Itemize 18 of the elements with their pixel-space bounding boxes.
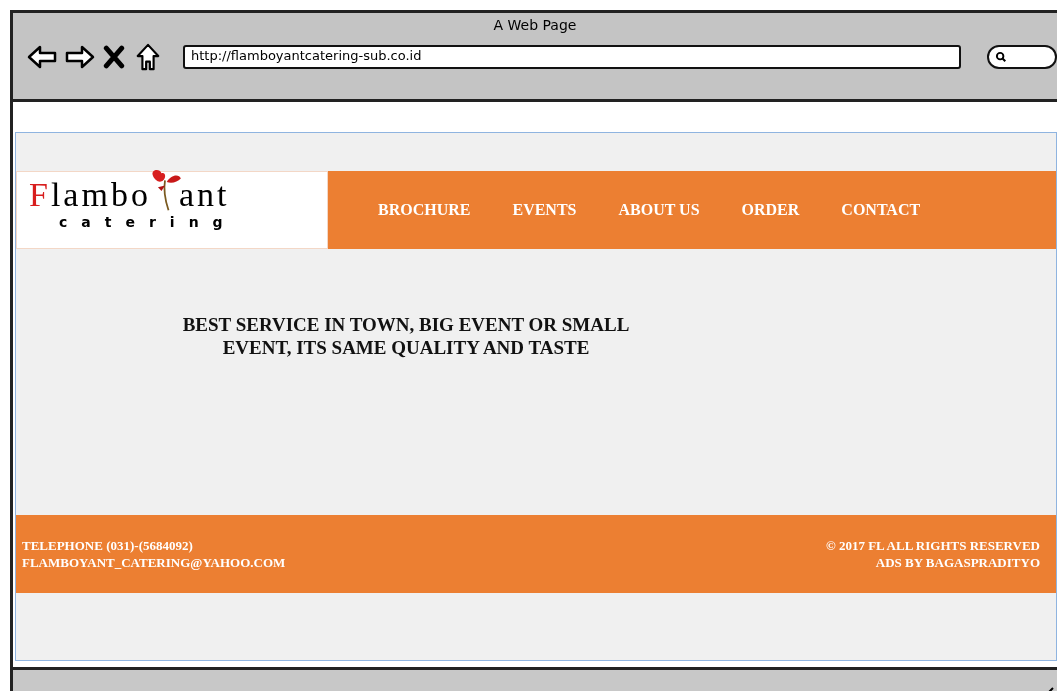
copyright-text: © 2017 FL ALL RIGHTS RESERVED	[825, 537, 1040, 554]
copyright-text: ADS BY BAGASPRADITYO	[874, 554, 1040, 571]
back-icon[interactable]	[27, 43, 57, 71]
logo[interactable]: Flambo ant catering	[16, 171, 328, 249]
headline: BEST SERVICE IN TOWN, BIG EVENT OR SMALL EVENT, ITS SAME QUALITY AND TASTE	[181, 313, 631, 359]
nav-link[interactable]: CONTACT	[841, 201, 921, 219]
search-icon	[995, 51, 1007, 63]
forward-icon[interactable]	[65, 43, 95, 71]
close-icon[interactable]	[103, 43, 125, 71]
contact-text: TELEPHONE (031)-(5684092)	[22, 537, 194, 554]
nav-link[interactable]: BROCHURE	[378, 201, 471, 219]
nav-link[interactable]: ORDER	[741, 201, 800, 219]
nav-link[interactable]: ABOUT US	[618, 201, 700, 219]
address-field[interactable]: http://flamboyantcatering-sub.co.id	[183, 45, 961, 69]
contact-text: FLAMBOYANT_CATERING@YAHOO.COM	[22, 554, 286, 571]
nav-link[interactable]: EVENTS	[512, 201, 577, 219]
window-title: A Web Page	[492, 16, 578, 35]
search-field[interactable]	[987, 45, 1057, 69]
